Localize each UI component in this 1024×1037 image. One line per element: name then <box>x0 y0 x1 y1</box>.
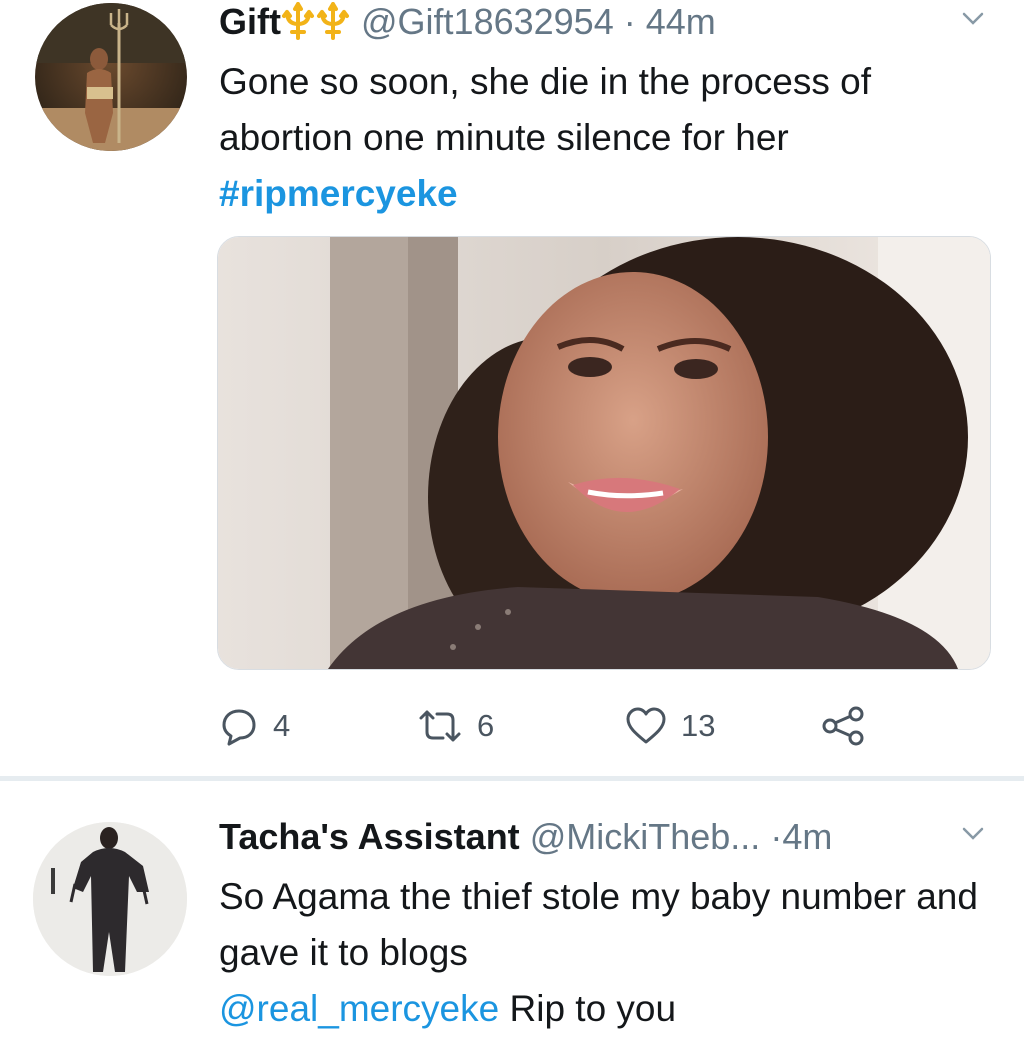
retweet-button[interactable]: 6 <box>417 704 494 748</box>
retweet-icon <box>417 708 463 744</box>
retweet-count: 6 <box>477 708 495 743</box>
user-handle[interactable]: @Gift18632954 <box>361 1 614 42</box>
timestamp[interactable]: 44m <box>646 1 716 42</box>
tweet[interactable]: Gift @Gift18632954 · 44m Gone so soon, s… <box>0 0 1024 778</box>
display-name[interactable]: Tacha's Assistant <box>219 816 520 857</box>
reply-button[interactable]: 4 <box>219 704 290 748</box>
trident-icon <box>315 2 351 50</box>
mention-link[interactable]: @real_mercyeke <box>219 988 499 1029</box>
tweet-body: Gone so soon, she die in the process of … <box>219 61 872 158</box>
chevron-down-icon[interactable] <box>962 827 984 841</box>
comment-icon <box>219 706 259 746</box>
separator-dot: · <box>770 816 783 857</box>
trident-icon <box>281 2 315 50</box>
tweet-body: So Agama the thief stole my baby number … <box>219 876 978 973</box>
tweet-text: Gone so soon, she die in the process of … <box>219 54 999 222</box>
chevron-down-icon[interactable] <box>962 12 984 26</box>
tweet-text: So Agama the thief stole my baby number … <box>219 869 999 1037</box>
display-name[interactable]: Gift <box>219 1 281 42</box>
tweet-divider <box>0 776 1024 781</box>
tweet-header: Gift @Gift18632954 · 44m <box>219 0 716 50</box>
tweet-header: Tacha's Assistant @MickiTheb... ·4m <box>219 815 832 859</box>
like-count: 13 <box>681 708 716 743</box>
share-button[interactable] <box>821 704 865 748</box>
reply-count: 4 <box>273 708 291 743</box>
tweet[interactable]: Tacha's Assistant @MickiTheb... ·4m So A… <box>0 782 1024 1029</box>
avatar[interactable] <box>33 822 187 976</box>
like-button[interactable]: 13 <box>625 704 715 748</box>
timestamp[interactable]: 4m <box>782 816 832 857</box>
share-icon <box>821 706 865 746</box>
tweet-photo[interactable] <box>217 236 991 670</box>
hashtag-link[interactable]: #ripmercyeke <box>219 173 458 214</box>
tweet-body-end: Rip to you <box>509 988 677 1029</box>
heart-icon <box>625 707 667 745</box>
user-handle[interactable]: @MickiTheb... <box>530 816 761 857</box>
avatar[interactable] <box>35 3 187 151</box>
separator-dot: · <box>623 1 636 42</box>
